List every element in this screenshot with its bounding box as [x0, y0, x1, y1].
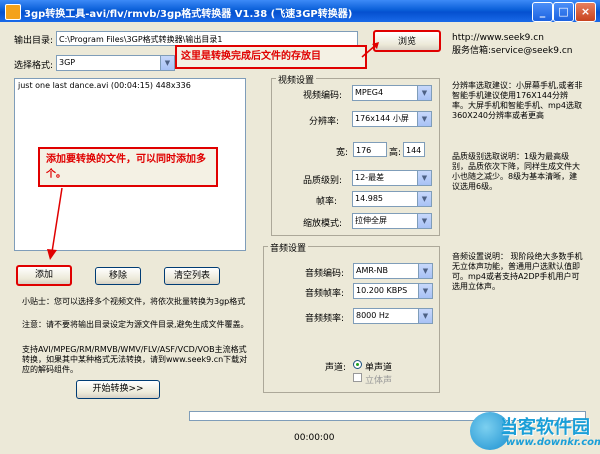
- audio-help: 音频设置说明： 现阶段绝大多数手机无立体声功能，普通用户选默认值即可。mp4或者…: [452, 252, 583, 291]
- title-bar: 3gp转换工具-avi/flv/rmvb/3gp格式转换器 V1.38 (飞速3…: [0, 0, 600, 22]
- maximize-button[interactable]: □: [553, 2, 574, 22]
- stereo-label: 立体声: [365, 376, 393, 386]
- close-button[interactable]: ×: [575, 2, 596, 22]
- height-input[interactable]: 144: [403, 142, 425, 157]
- watermark-brand: 当客软件园: [500, 417, 590, 438]
- video-codec-value: MPEG4: [355, 88, 384, 97]
- scale-mode-select[interactable]: 拉伸全屏 ▼: [352, 213, 432, 229]
- browse-button[interactable]: 浏览: [373, 30, 441, 52]
- chevron-down-icon[interactable]: ▼: [417, 192, 431, 206]
- elapsed-time: 00:00:00: [294, 433, 335, 443]
- audio-samplerate-select[interactable]: 8000 Hz ▼: [353, 308, 433, 324]
- website-link[interactable]: http://www.seek9.cn: [452, 33, 544, 43]
- resolution-label: 分辨率:: [309, 117, 340, 127]
- output-dir-annotation: 这里是转换完成后文件的存放目: [175, 45, 367, 69]
- output-dir-label: 输出目录:: [14, 36, 54, 46]
- format-select[interactable]: 3GP ▼: [56, 55, 175, 71]
- resolution-value: 176x144 小屏: [355, 114, 409, 123]
- start-convert-button[interactable]: 开始转换>>: [76, 380, 160, 399]
- channel-label: 声道:: [325, 363, 347, 373]
- width-label: 宽:: [336, 148, 349, 158]
- chevron-down-icon[interactable]: ▼: [417, 171, 431, 185]
- audio-bitrate-select[interactable]: 10.200 KBPS ▼: [353, 283, 433, 299]
- chevron-down-icon[interactable]: ▼: [418, 284, 432, 298]
- remove-button[interactable]: 移除: [95, 267, 141, 285]
- video-settings-title: 视频设置: [276, 73, 317, 86]
- chevron-down-icon[interactable]: ▼: [417, 112, 431, 126]
- window-title: 3gp转换工具-avi/flv/rmvb/3gp格式转换器 V1.38 (飞速3…: [24, 9, 353, 20]
- mono-radio[interactable]: [353, 360, 362, 369]
- quality-label: 品质级别:: [303, 176, 343, 186]
- tip-batch: 小贴士：您可以选择多个视频文件，将依次批量转换为3gp格式: [22, 297, 246, 306]
- fps-select[interactable]: 14.985 ▼: [352, 191, 432, 207]
- fps-value: 14.985: [355, 194, 383, 203]
- output-dir-input[interactable]: C:\Program Files\3GP格式转换器\输出目录1: [56, 31, 358, 46]
- format-select-value: 3GP: [59, 58, 76, 67]
- chevron-down-icon[interactable]: ▼: [418, 264, 432, 278]
- chevron-down-icon[interactable]: ▼: [417, 86, 431, 100]
- clear-list-button[interactable]: 清空列表: [164, 267, 220, 285]
- height-label: 高:: [389, 148, 402, 158]
- resolution-select[interactable]: 176x144 小屏 ▼: [352, 111, 432, 127]
- scale-mode-value: 拉伸全屏: [355, 216, 387, 225]
- mono-label: 单声道: [365, 363, 393, 373]
- app-icon: [5, 4, 21, 20]
- add-files-annotation: 添加要转换的文件，可以同时添加多个。: [38, 147, 218, 187]
- list-item[interactable]: just one last dance.avi (00:04:15) 448x3…: [15, 79, 245, 92]
- audio-samplerate-label: 音频频率:: [305, 314, 345, 324]
- scale-mode-label: 缩放模式:: [303, 219, 343, 229]
- chevron-down-icon[interactable]: ▼: [418, 309, 432, 323]
- add-button[interactable]: 添加: [16, 265, 72, 286]
- audio-bitrate-value: 10.200 KBPS: [356, 286, 408, 295]
- chevron-down-icon[interactable]: ▼: [160, 56, 174, 70]
- audio-codec-value: AMR-NB: [356, 266, 388, 275]
- annotation-arrow-icon: [361, 42, 379, 58]
- resolution-help: 分辨率选取建议：小屏幕手机,或者非智能手机建议使用176X144分辨率。大屏手机…: [452, 81, 583, 120]
- service-email: 服务信箱:service@seek9.cn: [452, 46, 573, 56]
- audio-settings-title: 音频设置: [268, 241, 309, 254]
- tip-formats: 支持AVI/MPEG/RM/RMVB/WMV/FLV/ASF/VCD/VOB主流…: [22, 345, 248, 374]
- quality-help: 品质级别选取说明：1级为最高级别，品质依次下降，同样生成文件大小也随之减少。8级…: [452, 152, 580, 191]
- chevron-down-icon[interactable]: ▼: [417, 214, 431, 228]
- quality-select[interactable]: 12-最差 ▼: [352, 170, 432, 186]
- audio-codec-label: 音频编码:: [305, 269, 345, 279]
- format-label: 选择格式:: [14, 61, 54, 71]
- watermark-url: www.downkr.com: [506, 437, 600, 448]
- annotation-arrow-icon: [47, 187, 63, 260]
- quality-value: 12-最差: [355, 173, 385, 182]
- minimize-button[interactable]: _: [532, 2, 553, 22]
- audio-samplerate-value: 8000 Hz: [356, 311, 390, 320]
- width-input[interactable]: 176: [353, 142, 387, 157]
- video-codec-label: 视频编码:: [303, 91, 343, 101]
- audio-codec-select[interactable]: AMR-NB ▼: [353, 263, 433, 279]
- video-codec-select[interactable]: MPEG4 ▼: [352, 85, 432, 101]
- audio-bitrate-label: 音频帧率:: [305, 289, 345, 299]
- tip-warning: 注意：请不要将输出目录设定为源文件目录,避免生成文件覆盖。: [22, 320, 249, 329]
- fps-label: 帧率:: [316, 197, 338, 207]
- stereo-checkbox[interactable]: [353, 373, 362, 382]
